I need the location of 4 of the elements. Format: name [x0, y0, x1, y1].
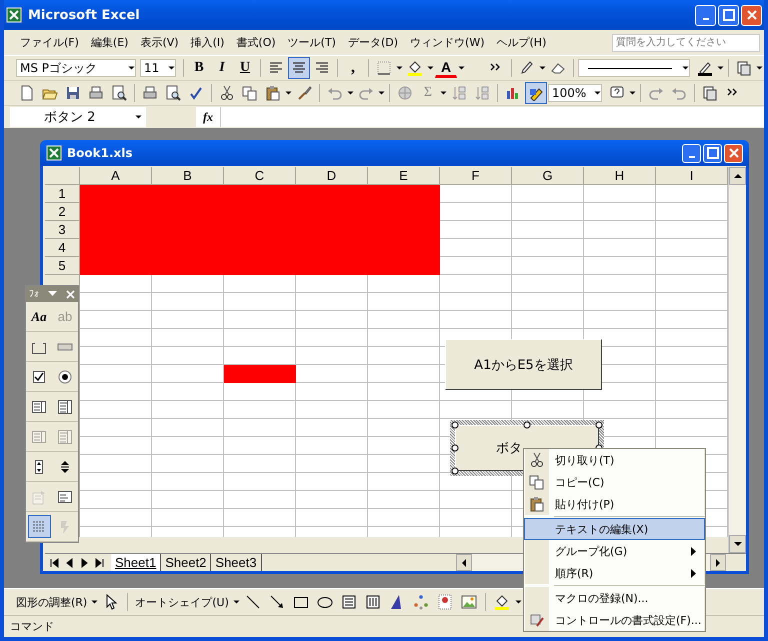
- toolbar-title: ﾌｫ: [29, 288, 39, 300]
- workbook-title: Book1.xls: [67, 146, 133, 160]
- window-title: Microsoft Excel: [28, 8, 140, 22]
- status-text: コマンド: [10, 619, 54, 634]
